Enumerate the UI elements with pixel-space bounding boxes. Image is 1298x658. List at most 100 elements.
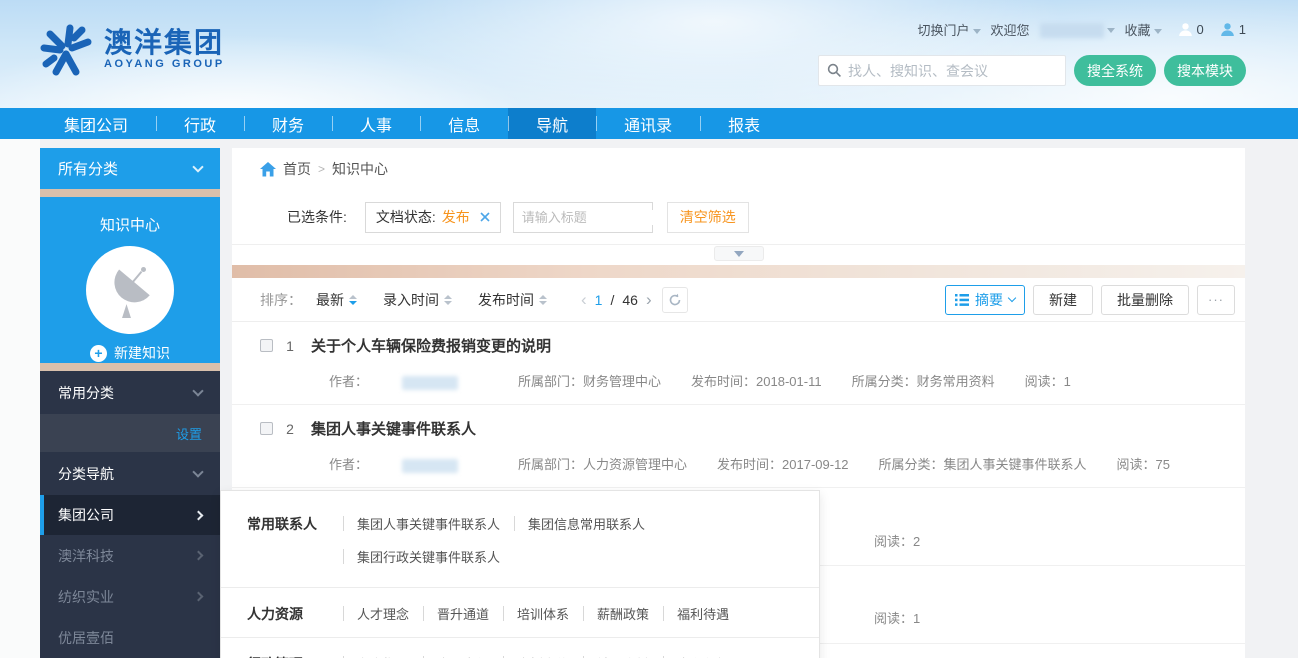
flyout-row-hr: 人力资源 人才理念 晋升通道 培训体系 薪酬政策 福利待遇 (221, 587, 819, 637)
home-icon[interactable] (260, 162, 276, 177)
sort-publish-time[interactable]: 发布时间 (478, 290, 547, 310)
flyout-item[interactable]: 企划宣传 (503, 647, 583, 658)
global-search-input[interactable] (848, 63, 1057, 79)
nav-item-navigation-active[interactable]: 导航 (508, 108, 596, 139)
chevron-down-icon (192, 161, 203, 172)
meta-publish-date: 发布时间：2017-09-12 (717, 454, 849, 473)
flyout-item[interactable]: 办事指引 (343, 647, 423, 658)
breadcrumb-home[interactable]: 首页 (283, 159, 311, 179)
user-name-menu[interactable] (1040, 21, 1115, 37)
search-all-system-button[interactable]: 搜全系统 (1074, 55, 1156, 86)
flyout-item[interactable]: 培训体系 (503, 597, 583, 630)
pagination: ‹ 1 / 46 › (581, 290, 652, 310)
tan-gradient-strip (232, 265, 1245, 278)
flyout-item[interactable]: 人才理念 (343, 597, 423, 630)
sidebar-org-youju[interactable]: 优居壹佰 (40, 617, 220, 658)
sidebar-dark-section: 常用分类 设置 分类导航 集团公司 澳洋科技 纺织实业 (40, 371, 220, 658)
flyout-category: 常用联系人 (247, 491, 343, 534)
sort-arrows-icon (539, 295, 547, 305)
collapse-filters-tab[interactable] (714, 246, 764, 261)
flyout-item[interactable]: 薪酬政策 (583, 597, 663, 630)
flyout-item[interactable]: 自主创新 (663, 647, 743, 658)
switch-portal-link[interactable]: 切换门户 (917, 20, 980, 39)
knowledge-center-module: 知识中心 + 新建知识 (40, 197, 220, 363)
new-knowledge-button[interactable]: + 新建知识 (40, 343, 220, 363)
nav-item-finance[interactable]: 财务 (244, 108, 332, 139)
nav-item-group-company[interactable]: 集团公司 (36, 108, 156, 139)
author-name-blurred (402, 459, 458, 473)
meta-author: 作者： (329, 371, 488, 390)
flyout-item[interactable]: 企业文件 (423, 647, 503, 658)
sidebar-org-group-company[interactable]: 集团公司 (40, 495, 220, 535)
welcome-label: 欢迎您 (991, 20, 1030, 39)
sidebar-all-categories[interactable]: 所有分类 (40, 148, 220, 189)
refresh-icon (668, 293, 682, 307)
row-title[interactable]: 集团人事关键事件联系人 (311, 418, 476, 439)
sidebar-org-textile[interactable]: 纺织实业 (40, 576, 220, 617)
meta-reads: 阅读：1 (1025, 371, 1071, 390)
sort-newest[interactable]: 最新 (316, 290, 357, 310)
list-item-1[interactable]: 1 关于个人车辆保险费报销变更的说明 作者： 所属部门：财务管理中心 发布时间：… (232, 322, 1245, 405)
online-count-white: 0 (1197, 22, 1204, 37)
meta-category: 所属分类：财务常用资料 (852, 371, 995, 390)
meta-publish-date: 发布时间：2018-01-11 (691, 371, 822, 390)
favorites-link[interactable]: 收藏 (1125, 20, 1162, 39)
chevron-down-icon (973, 29, 981, 34)
more-actions-button[interactable]: ··· (1197, 285, 1235, 315)
list-item-2[interactable]: 2 集团人事关键事件联系人 作者： 所属部门：人力资源管理中心 发布时间：201… (232, 405, 1245, 488)
chevron-down-icon (1154, 29, 1162, 34)
logo-starburst-icon (38, 20, 94, 78)
view-mode-button[interactable]: 摘要 (945, 285, 1025, 315)
sidebar-category-nav[interactable]: 分类导航 (40, 452, 220, 495)
flyout-category: 人力资源 (247, 588, 343, 624)
chevron-right-icon (194, 510, 204, 520)
meta-author: 作者： (329, 454, 488, 473)
sidebar-common-categories[interactable]: 常用分类 (40, 371, 220, 414)
next-page-button[interactable]: › (646, 290, 652, 310)
row-checkbox[interactable] (260, 339, 273, 352)
chevron-right-icon (194, 592, 204, 602)
sidebar: 所有分类 知识中心 + 新建知识 常用分类 设置 分类导航 (40, 148, 220, 658)
nav-item-information[interactable]: 信息 (420, 108, 508, 139)
chip-value: 发布 (442, 207, 470, 227)
prev-page-button[interactable]: ‹ (581, 290, 587, 310)
logo-cn: 澳洋集团 (104, 28, 225, 58)
search-this-module-button[interactable]: 搜本模块 (1164, 55, 1246, 86)
nav-item-contacts[interactable]: 通讯录 (596, 108, 700, 139)
header: 澳洋集团 AOYANG GROUP 切换门户 欢迎您 收藏 0 (0, 0, 1298, 108)
online-blue-indicator[interactable]: 1 (1220, 22, 1246, 37)
sidebar-settings-link[interactable]: 设置 (40, 414, 220, 452)
sidebar-org-aoyang-tech[interactable]: 澳洋科技 (40, 535, 220, 576)
author-name-blurred (402, 376, 458, 390)
nav-item-administration[interactable]: 行政 (156, 108, 244, 139)
breadcrumb-current: 知识中心 (332, 159, 388, 179)
collapse-row (232, 245, 1245, 265)
row-title[interactable]: 关于个人车辆保险费报销变更的说明 (311, 335, 551, 356)
new-button[interactable]: 新建 (1033, 285, 1093, 315)
flyout-item[interactable]: 集团人事关键事件联系人 (343, 507, 514, 540)
user-name-blurred (1040, 23, 1104, 38)
close-icon[interactable] (480, 212, 490, 222)
nav-item-reports[interactable]: 报表 (700, 108, 788, 139)
sort-entry-time[interactable]: 录入时间 (383, 290, 452, 310)
chevron-down-icon (192, 466, 203, 477)
flyout-item[interactable]: 集团信息常用联系人 (514, 507, 659, 540)
flyout-item[interactable]: 晋升通道 (423, 597, 503, 630)
refresh-button[interactable] (662, 287, 688, 313)
person-blue-icon (1220, 22, 1235, 37)
nav-item-hr[interactable]: 人事 (332, 108, 420, 139)
flyout-item[interactable]: 集团行政关键事件联系人 (343, 540, 514, 573)
global-search-row: 搜全系统 搜本模块 (818, 55, 1246, 86)
title-search-box (513, 202, 653, 233)
category-flyout-menu: 常用联系人 集团人事关键事件联系人 集团信息常用联系人 集团行政关键事件联系人 … (220, 490, 820, 658)
flyout-item[interactable]: 社团资料 (583, 647, 663, 658)
sort-arrows-icon (444, 295, 452, 305)
row-checkbox[interactable] (260, 422, 273, 435)
total-pages: 46 (622, 292, 638, 308)
online-count-blue: 1 (1239, 22, 1246, 37)
online-white-indicator[interactable]: 0 (1178, 22, 1204, 37)
flyout-row-admin: 行政管理 办事指引 企业文件 企划宣传 社团资料 自主创新 党务工作 重大活动资… (221, 637, 819, 658)
flyout-item[interactable]: 福利待遇 (663, 597, 743, 630)
clear-filters-button[interactable]: 清空筛选 (667, 202, 749, 233)
batch-delete-button[interactable]: 批量删除 (1101, 285, 1189, 315)
